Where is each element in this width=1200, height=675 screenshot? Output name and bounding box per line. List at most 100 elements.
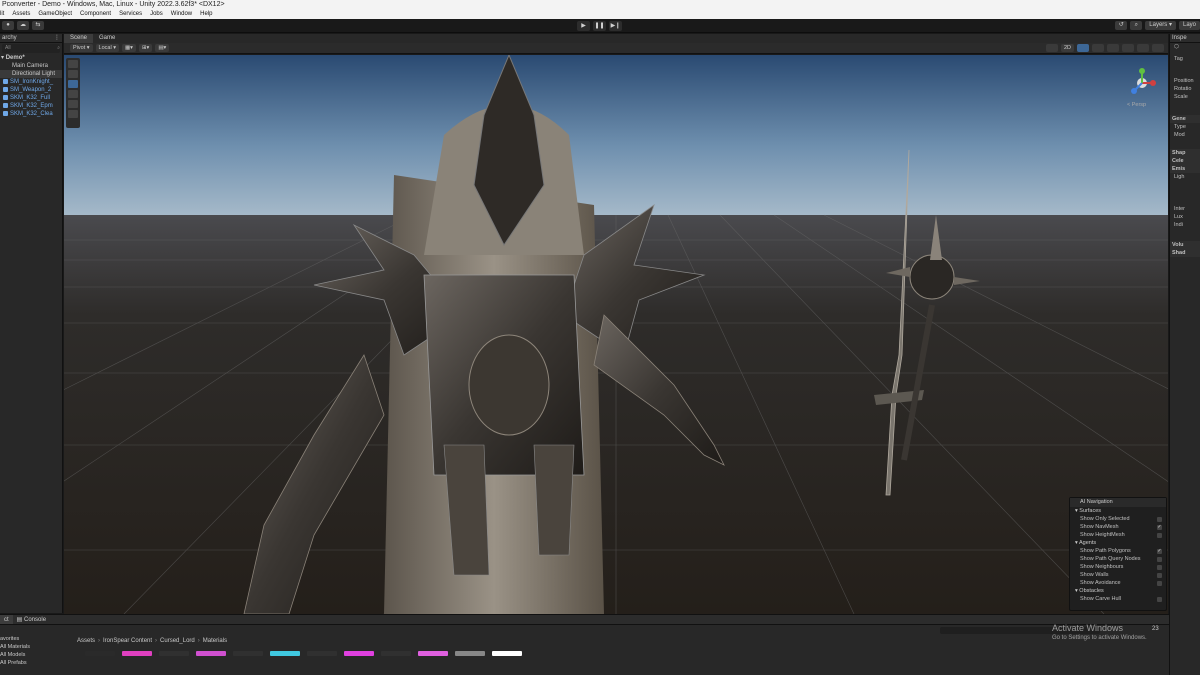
checkbox[interactable] — [1157, 516, 1162, 522]
overlay-icon[interactable]: ▤▾ — [155, 44, 170, 52]
material-thumbnail[interactable] — [270, 651, 300, 656]
menu-item-gameobject[interactable]: GameObject — [38, 10, 72, 19]
hierarchy-item[interactable]: Directional Light — [0, 70, 62, 78]
inspector-row[interactable]: Scale — [1170, 93, 1200, 101]
favorite-item[interactable]: All Models — [0, 651, 72, 659]
inspector-row[interactable]: Position — [1170, 77, 1200, 85]
pivot-dropdown[interactable]: Pivot ▾ — [70, 44, 93, 52]
tab-console[interactable]: ▤ Console — [13, 615, 50, 624]
menu-item-help[interactable]: Help — [200, 10, 212, 19]
account-icon[interactable]: ● — [2, 21, 14, 30]
history-icon[interactable]: ↺ — [1115, 21, 1128, 30]
hand-tool-icon[interactable] — [68, 60, 78, 68]
section-agents[interactable]: ▾ Agents — [1070, 539, 1166, 547]
option-show-avoidance[interactable]: Show Avoidance — [1070, 579, 1166, 587]
grid-snap-icon[interactable]: ▦▾ — [121, 44, 136, 52]
checkbox[interactable]: ✓ — [1157, 524, 1162, 530]
hidden-objects-icon[interactable] — [1122, 44, 1134, 52]
inspector-row[interactable]: Shap — [1170, 149, 1200, 157]
camera-icon[interactable] — [1137, 44, 1149, 52]
step-button[interactable]: ▶❙ — [609, 21, 622, 31]
ai-navigation-title[interactable]: AI Navigation — [1070, 498, 1166, 507]
collab-icon[interactable]: ⇆ — [32, 21, 44, 30]
menu-item-component[interactable]: Component — [80, 10, 111, 19]
scale-tool-icon[interactable] — [68, 90, 78, 98]
option-show-neighbours[interactable]: Show Neighbours — [1070, 563, 1166, 571]
tab-game[interactable]: Game — [93, 34, 121, 43]
gizmos-icon[interactable] — [1152, 44, 1164, 52]
inspector-row[interactable]: Lux — [1170, 213, 1200, 221]
cloud-icon[interactable]: ☁ — [17, 21, 29, 30]
material-thumbnail[interactable] — [418, 651, 448, 656]
favorites-header[interactable]: avorites — [0, 635, 72, 643]
material-thumbnail[interactable] — [344, 651, 374, 656]
inspector-row[interactable]: Rotatio — [1170, 85, 1200, 93]
material-thumbnail[interactable] — [159, 651, 189, 656]
scene-root[interactable]: ▾ Demo* — [0, 54, 62, 62]
material-thumbnail[interactable] — [122, 651, 152, 656]
material-thumbnail[interactable] — [85, 651, 115, 656]
layers-dropdown[interactable]: Layers ▾ — [1145, 21, 1176, 30]
layout-dropdown[interactable]: Layo — [1178, 21, 1200, 30]
lock-icon[interactable]: ⋮ — [54, 34, 60, 42]
favorite-item[interactable]: All Materials — [0, 643, 72, 651]
material-thumbnail[interactable] — [307, 651, 337, 656]
inspector-row[interactable]: Inter — [1170, 205, 1200, 213]
move-tool-icon[interactable] — [68, 70, 78, 78]
checkbox[interactable] — [1157, 572, 1162, 578]
menu-item-jobs[interactable]: Jobs — [150, 10, 163, 19]
inspector-row[interactable]: Shad — [1170, 249, 1200, 257]
audio-icon[interactable] — [1092, 44, 1104, 52]
scene-viewport[interactable] — [64, 55, 1168, 614]
section-surfaces[interactable]: ▾ Surfaces — [1070, 507, 1166, 515]
checkbox[interactable] — [1157, 556, 1162, 562]
option-show-navmesh[interactable]: Show NavMesh ✓ — [1070, 523, 1166, 531]
hierarchy-item[interactable]: SM_IronKnight_ — [0, 78, 62, 86]
checkbox[interactable] — [1157, 596, 1162, 602]
option-show-only-selected[interactable]: Show Only Selected — [1070, 515, 1166, 523]
checkbox[interactable] — [1157, 532, 1162, 538]
breadcrumb-item[interactable]: Cursed_Lord — [160, 637, 195, 645]
checkbox[interactable] — [1157, 580, 1162, 586]
pause-button[interactable]: ❚❚ — [593, 21, 606, 31]
option-show-walls[interactable]: Show Walls — [1070, 571, 1166, 579]
tab-project[interactable]: ct — [0, 615, 13, 624]
hierarchy-tab[interactable]: archy ⋮ — [0, 34, 62, 43]
breadcrumb-item[interactable]: Materials — [203, 637, 227, 645]
mode-2d-button[interactable]: 2D — [1060, 44, 1074, 52]
material-thumbnail[interactable] — [196, 651, 226, 656]
inspector-row[interactable]: Tag — [1170, 55, 1200, 63]
inspector-row[interactable]: Ligh — [1170, 173, 1200, 181]
hierarchy-item[interactable]: SKM_K32_Epm — [0, 102, 62, 110]
rect-tool-icon[interactable] — [68, 100, 78, 108]
menu-item-assets[interactable]: Assets — [12, 10, 30, 19]
lighting-icon[interactable] — [1077, 44, 1089, 52]
option-show-heightmesh[interactable]: Show HeightMesh — [1070, 531, 1166, 539]
inspector-row[interactable]: Indi — [1170, 221, 1200, 229]
material-thumbnail[interactable] — [492, 651, 522, 656]
favorite-item[interactable]: All Prefabs — [0, 659, 72, 667]
rotate-tool-icon[interactable] — [68, 80, 78, 88]
hierarchy-item[interactable]: Main Camera — [0, 62, 62, 70]
breadcrumb-item[interactable]: Assets — [77, 637, 95, 645]
effects-icon[interactable] — [1107, 44, 1119, 52]
snap-increment-icon[interactable]: ⊞▾ — [138, 44, 153, 52]
hierarchy-item[interactable]: SKM_K32_Full — [0, 94, 62, 102]
option-show-path-polygons[interactable]: Show Path Polygons ✓ — [1070, 547, 1166, 555]
search-icon[interactable]: ⌕ — [1130, 21, 1143, 30]
material-thumbnail[interactable] — [381, 651, 411, 656]
checkbox[interactable] — [1157, 564, 1162, 570]
inspector-row[interactable]: Mod — [1170, 131, 1200, 139]
transform-tool-icon[interactable] — [68, 110, 78, 118]
local-dropdown[interactable]: Local ▾ — [95, 44, 119, 52]
inspector-row[interactable]: Type — [1170, 123, 1200, 131]
persp-label[interactable]: < Persp — [1127, 102, 1146, 108]
inspector-tab[interactable]: Inspe — [1170, 34, 1200, 43]
section-obstacles[interactable]: ▾ Obstacles — [1070, 587, 1166, 595]
checkbox[interactable]: ✓ — [1157, 548, 1162, 554]
inspector-row[interactable]: Gene — [1170, 115, 1200, 123]
menu-item-edit[interactable]: lit — [0, 10, 4, 19]
shading-mode-icon[interactable] — [1045, 44, 1058, 52]
material-thumbnail[interactable] — [455, 651, 485, 656]
option-show-carve-hull[interactable]: Show Carve Hull — [1070, 595, 1166, 603]
